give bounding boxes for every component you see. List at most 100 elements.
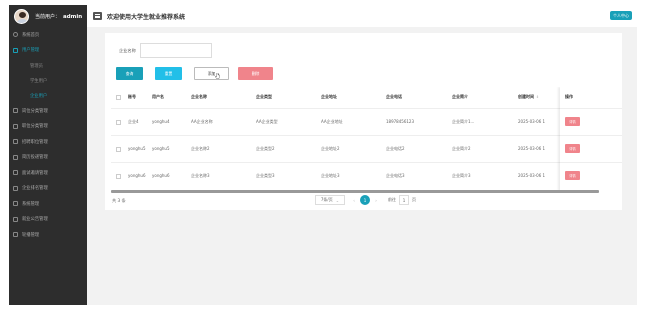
query-button[interactable]: 查询 xyxy=(116,67,143,80)
sidebar-item-company-ranking[interactable]: 企业排名管理 xyxy=(9,181,87,197)
cell-username: yonghu6 xyxy=(152,173,170,178)
sidebar-item-employment-notice[interactable]: 就业公告管理 xyxy=(9,212,87,228)
page-unit: 页 xyxy=(412,197,416,202)
page-number-current[interactable]: 1 xyxy=(360,195,370,205)
goto-label: 前往 xyxy=(388,197,396,202)
goto-page-input[interactable]: 1 xyxy=(399,195,409,205)
column-header-company-type: 企业类型 xyxy=(256,94,272,100)
operation-column: 操作 详情 详情 详情 xyxy=(560,87,622,191)
detail-button[interactable]: 详情 xyxy=(565,117,580,126)
cell-company-phone: 企业电话3 xyxy=(386,173,405,178)
sidebar-item-job-category[interactable]: 岗位分类管理 xyxy=(9,103,87,119)
table-row[interactable]: yonghu5 yonghu5 企业名称2 企业类型2 企业地址2 企业电话2 企业简介2 2… xyxy=(111,135,622,162)
home-icon xyxy=(13,32,18,38)
sidebar-item-position-category[interactable]: 职位分类管理 xyxy=(9,119,87,135)
menu-toggle-icon[interactable] xyxy=(93,12,102,20)
cell-company-type: 企业类型2 xyxy=(256,146,275,151)
current-user-label: 当前用户： xyxy=(35,13,61,20)
sidebar-item-home[interactable]: 系统首页 xyxy=(9,27,87,43)
hand-cursor-icon xyxy=(215,73,220,79)
app-root: 当前用户： admin 系统首页用户管理 管理员 学生用户企业用户岗位分类管理职位分类… xyxy=(0,0,658,315)
delete-button[interactable]: 删除 xyxy=(238,67,273,80)
column-header-label: 企业类型 xyxy=(256,94,272,99)
sidebar-item-carousel[interactable]: 轮播管理 xyxy=(9,227,87,243)
sidebar-item-admin[interactable]: 管理员 xyxy=(9,58,87,73)
total-count: 共 3 条 xyxy=(112,198,126,203)
cell-company-name: 企业名称2 xyxy=(191,146,210,151)
menu-icon xyxy=(13,108,18,114)
sidebar-item-resume-delivery[interactable]: 简历投递管理 xyxy=(9,150,87,166)
sidebar-item-label: 职位分类管理 xyxy=(22,124,48,130)
cell-company-address: AA企业地址 xyxy=(321,119,343,124)
menu-icon xyxy=(13,139,18,145)
column-header-label: 企业名称 xyxy=(191,94,207,99)
sidebar-item-company-user[interactable]: 企业用户 xyxy=(9,88,87,103)
sidebar-item-label: 面试邀请管理 xyxy=(22,170,48,176)
row-checkbox[interactable] xyxy=(116,120,121,125)
user-bar: 当前用户： admin xyxy=(9,5,87,27)
menu-icon xyxy=(13,47,18,53)
column-header-company-phone: 企业电话 xyxy=(386,94,402,100)
cell-company-phone: 企业电话2 xyxy=(386,146,405,151)
page-size-select[interactable]: 7条/页 ⌄ xyxy=(315,195,345,205)
sidebar-item-system[interactable]: 系统管理 xyxy=(9,196,87,212)
cell-company-intro: 企业简介3 xyxy=(452,173,471,178)
cell-company-type: AA企业类型 xyxy=(256,119,278,124)
company-name-input[interactable] xyxy=(139,43,212,58)
menu-icon xyxy=(13,185,18,191)
row-checkbox[interactable] xyxy=(116,174,121,179)
sidebar-item-label: 就业公告管理 xyxy=(22,217,48,223)
sidebar-item-label: 系统首页 xyxy=(22,32,40,38)
column-header-label: 企业地址 xyxy=(321,94,337,99)
cell-account: yonghu6 xyxy=(128,173,146,178)
cell-created-time: 2025-03-06 1 xyxy=(518,119,546,124)
menu-icon xyxy=(13,154,18,160)
select-all-checkbox[interactable] xyxy=(116,95,121,100)
cell-company-address: 企业地址3 xyxy=(321,173,340,178)
sidebar-item-user-management[interactable]: 用户管理 xyxy=(9,43,87,59)
column-header-label: 用户名 xyxy=(152,94,164,99)
menu-icon xyxy=(13,216,18,222)
current-user: 当前用户： admin xyxy=(35,13,82,20)
cell-created-time: 2025-03-06 1 xyxy=(518,173,546,178)
column-header-label: 账号 xyxy=(128,94,136,99)
current-username: admin xyxy=(63,13,83,20)
column-header-account: 账号 xyxy=(128,94,136,100)
cell-company-intro: 企业简介1... xyxy=(452,119,475,124)
sidebar-item-student-user[interactable]: 学生用户 xyxy=(9,73,87,88)
column-header-label: 企业电话 xyxy=(386,94,402,99)
row-checkbox[interactable] xyxy=(116,147,121,152)
table-row[interactable]: yonghu6 yonghu6 企业名称3 企业类型3 企业地址3 企业电话3 企业简介3 2… xyxy=(111,162,622,189)
table-row[interactable]: 企业4 yonghu4 AA企业名称 AA企业类型 AA企业地址 18978456123 企… xyxy=(111,108,622,135)
personal-center-button[interactable]: 个人中心 xyxy=(610,11,632,20)
sidebar: 当前用户： admin 系统首页用户管理 管理员 学生用户企业用户岗位分类管理职位分类… xyxy=(9,5,87,305)
pagination: 7条/页 ⌄ ‹ 1 › 前往 1 页 xyxy=(315,195,416,205)
detail-button[interactable]: 详情 xyxy=(565,144,580,153)
data-table: 账号 用户名 企业名称 企业类型 企业地址 企业电话 企业简介 创建时间 ⇕ 企业4 yonghu… xyxy=(111,87,622,191)
cell-company-phone: 18978456123 xyxy=(386,119,414,124)
add-button[interactable]: 添加 xyxy=(194,67,229,80)
table-header: 账号 用户名 企业名称 企业类型 企业地址 企业电话 企业简介 创建时间 ⇕ xyxy=(111,87,622,108)
menu-icon xyxy=(13,232,18,238)
sidebar-item-label: 企业用户 xyxy=(30,93,48,99)
row-divider xyxy=(560,135,622,136)
sidebar-item-label: 系统管理 xyxy=(22,201,40,207)
reset-button[interactable]: 重置 xyxy=(155,67,182,80)
sort-icon[interactable]: ⇕ xyxy=(536,95,539,99)
avatar[interactable] xyxy=(14,8,29,24)
content-card: 企业名称 查询 重置 添加 删除 账号 用户名 企业名称 企业类型 企业地址 企业电话 企业… xyxy=(105,33,622,210)
column-header-company-intro: 企业简介 xyxy=(452,94,468,100)
main-content: 企业名称 查询 重置 添加 删除 账号 用户名 企业名称 企业类型 企业地址 企业电话 企业… xyxy=(87,27,637,305)
prev-page-icon[interactable]: ‹ xyxy=(351,198,357,203)
sidebar-item-recruitment[interactable]: 招聘职位管理 xyxy=(9,134,87,150)
column-header-created-time[interactable]: 创建时间 ⇕ xyxy=(518,94,539,100)
detail-button[interactable]: 详情 xyxy=(565,171,580,180)
search-label: 企业名称 xyxy=(119,47,136,53)
next-page-icon[interactable]: › xyxy=(373,198,379,203)
sidebar-item-interview-invite[interactable]: 面试邀请管理 xyxy=(9,165,87,181)
column-header-label: 企业简介 xyxy=(452,94,468,99)
menu-icon xyxy=(13,170,18,176)
cell-account: 企业4 xyxy=(128,119,139,124)
cell-account: yonghu5 xyxy=(128,146,146,151)
cell-company-intro: 企业简介2 xyxy=(452,146,471,151)
